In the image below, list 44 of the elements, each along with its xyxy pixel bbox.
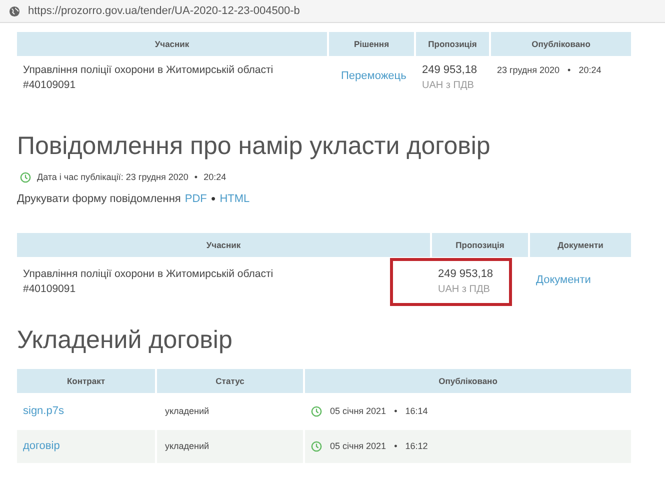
print-link[interactable]: HTML xyxy=(220,190,250,207)
contract-link[interactable]: sign.p7s xyxy=(23,403,64,420)
documents-link[interactable]: Документи xyxy=(536,274,591,286)
decision-link[interactable]: Переможець xyxy=(341,70,406,82)
column-header: Пропозиція xyxy=(416,32,489,56)
participant-name: Управління поліції охорони в Житомирській області #40109091 xyxy=(22,267,274,297)
publish-date: 23 грудня 2020 xyxy=(497,64,560,77)
column-header: Опубліковано xyxy=(305,369,631,393)
clock-icon xyxy=(311,441,322,452)
globe-icon xyxy=(9,6,20,16)
status-cell-text: укладений xyxy=(164,404,210,418)
amount-value: 249 953,18 xyxy=(422,63,478,78)
publish-date: 05 січня 2021 xyxy=(330,440,386,453)
column-header: Контракт xyxy=(17,369,155,393)
bullet: • xyxy=(568,64,571,77)
participant-name: Управління поліції охорони в Житомирській області #40109091 xyxy=(22,63,274,93)
column-header: Рішення xyxy=(329,32,414,56)
bullet: • xyxy=(394,440,398,453)
publish-time: 16:12 xyxy=(405,440,428,453)
currency-note: UAH з ПДВ xyxy=(438,283,490,297)
column-header: Пропозиція xyxy=(432,233,528,257)
print-label: Друкувати форму повідомлення xyxy=(17,192,181,206)
contract-link[interactable]: договір xyxy=(23,438,60,455)
bullet: ● xyxy=(210,192,216,205)
publish-time: 20:24 xyxy=(578,64,602,77)
section-title: Укладений договір xyxy=(17,325,234,356)
bullet: • xyxy=(394,404,398,418)
publication-time: 20:24 xyxy=(204,171,226,184)
publish-time: 16:14 xyxy=(405,404,428,418)
column-header: Статус xyxy=(157,369,303,393)
print-link[interactable]: PDF xyxy=(184,190,207,207)
status-cell: укладений xyxy=(157,430,303,463)
column-header: Учасник xyxy=(17,32,327,56)
column-header: Документи xyxy=(530,233,631,257)
bullet: • xyxy=(194,171,198,184)
column-header: Опубліковано xyxy=(491,32,631,56)
clock-icon xyxy=(311,406,322,417)
section-title: Повідомлення про намір укласти договір xyxy=(17,131,492,162)
publication-date: Дата і час публікації: 23 грудня 2020 xyxy=(37,171,188,184)
column-header: Учасник xyxy=(17,233,430,257)
currency-note: UAH з ПДВ xyxy=(422,79,474,93)
clock-icon xyxy=(20,172,31,184)
publish-date: 05 січня 2021 xyxy=(330,404,386,418)
amount-value: 249 953,18 xyxy=(438,267,494,282)
